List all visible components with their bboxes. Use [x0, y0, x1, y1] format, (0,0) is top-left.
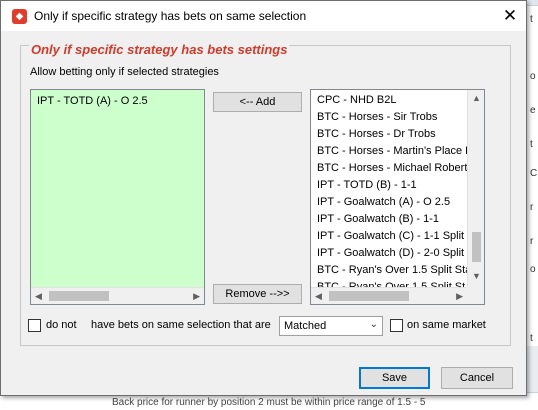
- do-not-checkbox[interactable]: [28, 319, 41, 332]
- background-right-letter: e: [530, 105, 536, 116]
- chevron-down-icon: ⌄: [369, 319, 378, 330]
- background-right-letter: r: [530, 236, 534, 247]
- close-button[interactable]: ✕: [494, 1, 526, 31]
- selected-strategies-list[interactable]: IPT - TOTD (A) - O 2.5 ◀ ▶: [30, 89, 205, 305]
- list-item[interactable]: IPT - Goalwatch (A) - O 2.5: [317, 194, 477, 211]
- available-strategies-list[interactable]: CPC - NHD B2L BTC - Horses - Sir Trobs B…: [310, 89, 485, 305]
- horizontal-scrollbar[interactable]: ◀ ▶: [311, 287, 467, 304]
- background-right-letter: t: [530, 14, 533, 25]
- list-item[interactable]: IPT - Goalwatch (D) - 2-0 Split: [317, 245, 477, 262]
- window-title: Only if specific strategy has bets on sa…: [34, 9, 307, 23]
- list-item[interactable]: BTC - Ryan's Over 1.5 Split Sta: [317, 262, 477, 279]
- scroll-right-icon[interactable]: ▶: [456, 288, 463, 304]
- background-right-letter: t: [530, 333, 533, 344]
- vertical-scrollbar[interactable]: ▲ ▼: [467, 90, 484, 287]
- group-title: Only if specific strategy has bets setti…: [29, 42, 290, 57]
- list-item[interactable]: IPT - Goalwatch (C) - 1-1 Split: [317, 228, 477, 245]
- title-bar: ◆ Only if specific strategy has bets on …: [1, 1, 526, 31]
- scroll-right-icon[interactable]: ▶: [193, 288, 200, 304]
- list-item[interactable]: CPC - NHD B2L: [317, 92, 477, 109]
- scroll-left-icon[interactable]: ◀: [35, 288, 42, 304]
- background-right-letter: C: [530, 168, 538, 179]
- list-item[interactable]: BTC - Horses - Michael Robert's: [317, 160, 477, 177]
- list-item[interactable]: BTC - Horses - Sir Trobs: [317, 109, 477, 126]
- background-right-letter: o: [530, 264, 536, 275]
- remove-button[interactable]: Remove -->>: [213, 284, 302, 304]
- background-right-letter: o: [530, 71, 536, 82]
- bet-status-select[interactable]: Matched ⌄: [279, 316, 383, 336]
- list-item[interactable]: BTC - Horses - Dr Trobs: [317, 126, 477, 143]
- list-item[interactable]: IPT - TOTD (A) - O 2.5: [37, 93, 148, 110]
- scroll-up-icon[interactable]: ▲: [472, 90, 481, 107]
- list-item[interactable]: IPT - TOTD (B) - 1-1: [317, 177, 477, 194]
- list-item[interactable]: BTC - Horses - Martin's Place L: [317, 143, 477, 160]
- scroll-down-icon[interactable]: ▼: [472, 268, 481, 285]
- cancel-button[interactable]: Cancel: [441, 367, 513, 389]
- app-icon: ◆: [12, 9, 27, 24]
- background-right-letter: t: [530, 139, 533, 150]
- add-button[interactable]: <-- Add: [213, 92, 302, 112]
- same-market-checkbox[interactable]: [390, 319, 403, 332]
- strategy-bets-dialog: ◆ Only if specific strategy has bets on …: [0, 0, 527, 396]
- scroll-thumb[interactable]: [472, 232, 481, 262]
- do-not-label: do not: [46, 319, 77, 331]
- horizontal-scrollbar[interactable]: ◀ ▶: [31, 287, 204, 304]
- save-button[interactable]: Save: [359, 367, 430, 389]
- scroll-thumb[interactable]: [49, 291, 109, 301]
- allow-betting-label: Allow betting only if selected strategie…: [30, 66, 219, 78]
- list-item[interactable]: IPT - Goalwatch (B) - 1-1: [317, 211, 477, 228]
- scroll-thumb[interactable]: [329, 291, 409, 301]
- have-bets-label: have bets on same selection that are: [91, 319, 271, 331]
- scrollbar-corner: [467, 287, 484, 304]
- same-market-label: on same market: [407, 319, 486, 331]
- scroll-left-icon[interactable]: ◀: [315, 288, 322, 304]
- background-rule-text: Back price for runner by position 2 must…: [112, 397, 426, 408]
- background-right-letter: r: [530, 202, 534, 213]
- bet-status-value: Matched: [284, 320, 327, 332]
